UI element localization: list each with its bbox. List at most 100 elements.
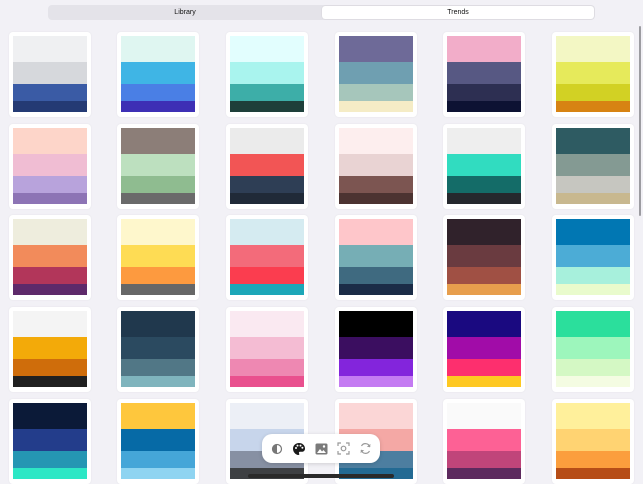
palette-swatches — [230, 219, 304, 295]
color-swatch — [339, 403, 413, 429]
color-swatch — [447, 311, 521, 337]
palette-swatches — [339, 219, 413, 295]
color-swatch — [447, 128, 521, 154]
color-swatch — [556, 337, 630, 359]
color-swatch — [447, 101, 521, 112]
color-swatch — [556, 62, 630, 84]
palette-card[interactable] — [117, 399, 199, 484]
palette-card[interactable] — [552, 124, 634, 209]
color-swatch — [230, 403, 304, 429]
color-swatch — [556, 154, 630, 176]
palette-card[interactable] — [117, 215, 199, 300]
palette-swatches — [121, 128, 195, 204]
color-swatch — [339, 154, 413, 176]
palette-card[interactable] — [117, 307, 199, 392]
color-swatch — [13, 429, 87, 451]
color-swatch — [447, 245, 521, 267]
color-swatch — [556, 193, 630, 204]
color-swatch — [121, 101, 195, 112]
contrast-button[interactable] — [269, 441, 285, 457]
color-swatch — [121, 468, 195, 479]
color-swatch — [230, 101, 304, 112]
palette-card[interactable] — [552, 215, 634, 300]
color-swatch — [339, 376, 413, 387]
color-swatch — [556, 176, 630, 193]
color-swatch — [13, 311, 87, 337]
bottom-toolbar — [262, 434, 380, 463]
color-swatch — [121, 403, 195, 429]
color-swatch — [556, 376, 630, 387]
palette-button[interactable] — [291, 441, 307, 457]
color-swatch — [556, 101, 630, 112]
palette-swatches — [13, 128, 87, 204]
palette-card[interactable] — [9, 215, 91, 300]
vertical-scrollbar[interactable] — [639, 26, 641, 216]
color-swatch — [13, 36, 87, 62]
color-swatch — [230, 359, 304, 376]
color-swatch — [230, 36, 304, 62]
palette-card[interactable] — [552, 307, 634, 392]
color-swatch — [230, 193, 304, 204]
palette-swatches — [447, 219, 521, 295]
palette-swatches — [13, 311, 87, 387]
color-swatch — [230, 337, 304, 359]
color-swatch — [121, 84, 195, 101]
palette-card[interactable] — [443, 124, 525, 209]
color-swatch — [556, 311, 630, 337]
color-swatch — [230, 311, 304, 337]
color-swatch — [447, 359, 521, 376]
color-swatch — [447, 468, 521, 479]
palette-card[interactable] — [117, 124, 199, 209]
color-swatch — [13, 176, 87, 193]
palette-card[interactable] — [552, 399, 634, 484]
palette-card[interactable] — [335, 32, 417, 117]
palette-swatches — [447, 311, 521, 387]
palette-swatches — [556, 311, 630, 387]
palette-card[interactable] — [226, 32, 308, 117]
contrast-icon — [271, 443, 283, 454]
color-swatch — [121, 154, 195, 176]
color-swatch — [13, 219, 87, 245]
color-swatch — [13, 84, 87, 101]
palette-swatches — [121, 311, 195, 387]
palette-card[interactable] — [443, 399, 525, 484]
color-swatch — [13, 154, 87, 176]
color-swatch — [121, 245, 195, 267]
palette-card[interactable] — [226, 215, 308, 300]
image-button[interactable] — [313, 441, 329, 457]
color-swatch — [13, 245, 87, 267]
camera-scan-button[interactable] — [335, 441, 351, 457]
palette-card[interactable] — [226, 307, 308, 392]
palette-swatches — [230, 36, 304, 112]
palette-card[interactable] — [443, 307, 525, 392]
color-swatch — [339, 267, 413, 284]
color-swatch — [13, 451, 87, 468]
palette-card[interactable] — [335, 307, 417, 392]
color-swatch — [556, 128, 630, 154]
palette-swatches — [447, 36, 521, 112]
refresh-button[interactable] — [357, 441, 373, 457]
color-swatch — [13, 101, 87, 112]
palette-card[interactable] — [9, 399, 91, 484]
palette-card[interactable] — [9, 124, 91, 209]
color-swatch — [230, 219, 304, 245]
palette-card[interactable] — [226, 124, 308, 209]
palette-card[interactable] — [9, 307, 91, 392]
palette-card[interactable] — [117, 32, 199, 117]
palette-card[interactable] — [443, 32, 525, 117]
palette-card[interactable] — [552, 32, 634, 117]
palette-swatches — [556, 128, 630, 204]
color-swatch — [121, 193, 195, 204]
palette-swatches — [339, 311, 413, 387]
palette-card[interactable] — [335, 124, 417, 209]
color-swatch — [447, 284, 521, 295]
color-swatch — [13, 403, 87, 429]
palette-card[interactable] — [335, 215, 417, 300]
palette-card[interactable] — [443, 215, 525, 300]
color-swatch — [339, 245, 413, 267]
palette-swatches — [13, 219, 87, 295]
color-swatch — [13, 193, 87, 204]
color-swatch — [121, 376, 195, 387]
color-swatch — [447, 337, 521, 359]
palette-card[interactable] — [9, 32, 91, 117]
